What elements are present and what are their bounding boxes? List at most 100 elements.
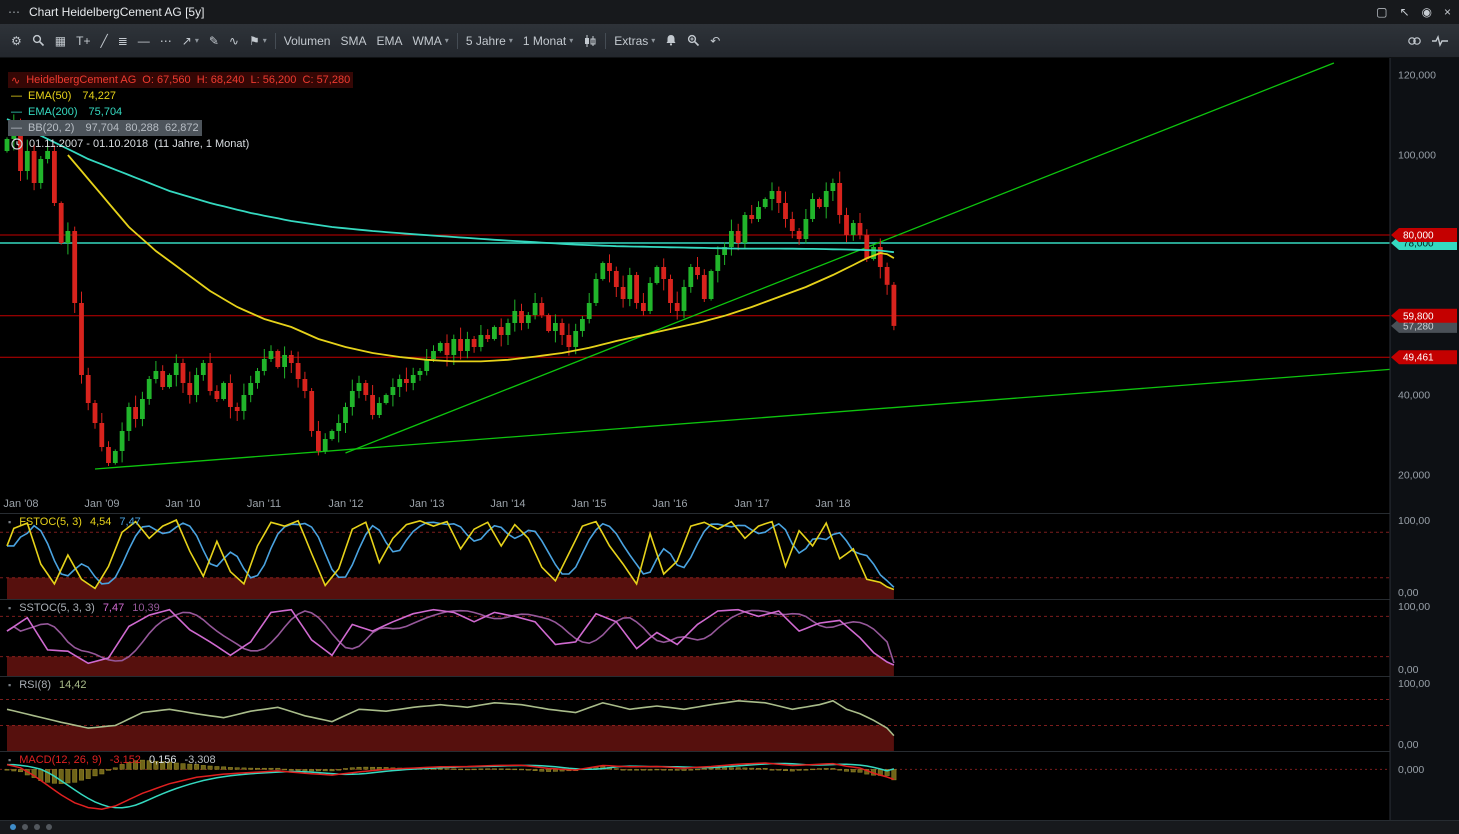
line-sample-icon: — [11,90,22,102]
panel-collapse-icon[interactable]: ▪ [8,680,11,690]
page-dot[interactable] [22,824,28,830]
curve-tool-icon[interactable]: ∿ [224,29,244,53]
text-tool[interactable]: T+ [71,29,95,53]
bb-label: BB(20, 2) [28,122,74,134]
restore-window-icon[interactable]: ▢ [1376,5,1387,19]
chart-legend: ∿ HeidelbergCement AG O: 67,560 H: 68,24… [8,72,353,152]
pulse-chart-icon[interactable] [1427,29,1453,53]
fstoc-panel: ▪ FSTOC(5, 3) 4,54 7,47 100,000,00 [0,513,1459,599]
svg-text:Jan '15: Jan '15 [571,498,606,510]
toolbar-separator [605,33,606,49]
ema50-value: 74,227 [82,90,116,102]
interval-dropdown[interactable]: 1 Monat▾ [518,29,578,53]
legend-bb-row[interactable]: — BB(20, 2) 97,704 80,288 62,872 [8,120,202,136]
extras-dropdown[interactable]: Extras▾ [609,29,660,53]
svg-text:20,000: 20,000 [1398,470,1430,482]
rsi-chart-canvas[interactable]: 100,000,00 [0,676,1459,751]
panel-collapse-icon[interactable]: ▪ [8,755,11,765]
svg-text:120,000: 120,000 [1398,70,1436,82]
page-dot[interactable] [10,824,16,830]
svg-text:Jan '14: Jan '14 [490,498,525,510]
page-dot[interactable] [46,824,52,830]
svg-text:0,00: 0,00 [1398,587,1419,599]
chevron-down-icon: ▾ [263,36,267,45]
settings-icon[interactable]: ⚙ [6,29,27,53]
close-icon[interactable]: × [1444,5,1451,19]
sstoc-panel: ▪ SSTOC(5, 3, 3) 7,47 10,39 100,00 0,00 [0,599,1459,676]
svg-text:Jan '12: Jan '12 [328,498,363,510]
ema200-label: EMA(200) [28,106,78,118]
legend-instrument-row[interactable]: ∿ HeidelbergCement AG O: 67,560 H: 68,24… [8,72,353,88]
bottom-bar [0,820,1459,834]
clock-icon [11,138,23,150]
sstoc-legend[interactable]: ▪ SSTOC(5, 3, 3) 7,47 10,39 [8,602,160,614]
svg-text:100,000: 100,000 [1398,150,1436,162]
chart-toolbar: ⚙ ▦ T+ ╱ ≣ — ⋯ ↗▾ ✎ ∿ ⚑▾ Volumen SMA EMA… [0,24,1459,58]
range-duration: (11 Jahre, 1 Monat) [154,138,249,150]
legend-ema200-row[interactable]: — EMA(200) 75,704 [8,104,125,120]
macd-chart-canvas[interactable]: 0,000 [0,751,1459,820]
alert-bell-icon[interactable] [660,29,682,53]
pointer-mode-icon[interactable]: ↖ [1399,5,1409,19]
date-range: 01.11.2007 - 01.10.2018 [29,138,148,150]
svg-text:0,00: 0,00 [1398,664,1419,676]
page-dot[interactable] [34,824,40,830]
svg-text:Jan '10: Jan '10 [165,498,200,510]
undo-icon[interactable]: ↶ [705,29,725,53]
panel-collapse-icon[interactable]: ▪ [8,517,11,527]
pencil-tool-icon[interactable]: ✎ [204,29,224,53]
rsi-label: RSI(8) [19,679,51,691]
link-windows-icon[interactable] [1402,29,1427,53]
macd-hist-value: -3,308 [184,754,215,766]
macd-label: MACD(12, 26, 9) [19,754,102,766]
fibonacci-tool-icon[interactable]: ≣ [113,29,133,53]
zoom-in-icon[interactable] [682,29,705,53]
svg-text:0,00: 0,00 [1398,739,1419,751]
sstoc-label: SSTOC(5, 3, 3) [19,602,95,614]
sma-button[interactable]: SMA [335,29,371,53]
period-dropdown[interactable]: 5 Jahre▾ [461,29,518,53]
svg-text:49,461: 49,461 [1403,353,1434,364]
svg-text:0,000: 0,000 [1398,764,1424,776]
chart-type-candle-icon[interactable] [578,29,602,53]
macd-signal-value: 0,156 [149,754,177,766]
line-sample-icon: — [11,122,22,134]
svg-text:100,00: 100,00 [1398,601,1430,613]
rsi-legend[interactable]: ▪ RSI(8) 14,42 [8,679,87,691]
app-window: ⋯ Chart HeidelbergCement AG [5y] ▢ ↖ ◉ ×… [0,0,1459,834]
svg-text:Jan '17: Jan '17 [734,498,769,510]
wma-button[interactable]: WMA▾ [407,29,453,53]
legend-ema50-row[interactable]: — EMA(50) 74,227 [8,88,119,104]
volumen-button[interactable]: Volumen [279,29,336,53]
menu-dots-icon[interactable]: ⋯ [8,5,21,19]
toolbar-separator [457,33,458,49]
svg-text:Jan '09: Jan '09 [84,498,119,510]
ema50-label: EMA(50) [28,90,71,102]
ema-button[interactable]: EMA [371,29,407,53]
fstoc-chart-canvas[interactable]: 100,000,00 [0,513,1459,599]
window-title: Chart HeidelbergCement AG [5y] [29,5,204,19]
record-icon[interactable]: ◉ [1422,5,1432,19]
sstoc-chart-canvas[interactable]: 100,00 0,00 [0,599,1459,676]
more-tools-icon[interactable]: ⋯ [155,29,177,53]
search-icon[interactable] [27,29,50,53]
svg-text:Jan '18: Jan '18 [815,498,850,510]
main-chart-panel: ∿ HeidelbergCement AG O: 67,560 H: 68,24… [0,58,1459,513]
line-tool-icon[interactable]: ╱ [95,29,112,53]
chevron-down-icon: ▾ [195,36,199,45]
rsi-value: 14,42 [59,679,87,691]
rsi-panel: ▪ RSI(8) 14,42 100,000,00 [0,676,1459,751]
flag-tool-icon[interactable]: ⚑▾ [244,29,272,53]
svg-text:59,800: 59,800 [1403,311,1434,322]
macd-legend[interactable]: ▪ MACD(12, 26, 9) -3,152 0,156 -3,308 [8,754,216,766]
title-bar: ⋯ Chart HeidelbergCement AG [5y] ▢ ↖ ◉ × [0,0,1459,24]
indicator-grid-icon[interactable]: ▦ [50,29,71,53]
arrow-tool-icon[interactable]: ↗▾ [177,29,204,53]
fstoc-legend[interactable]: ▪ FSTOC(5, 3) 4,54 7,47 [8,516,141,528]
chevron-down-icon: ▾ [569,36,573,45]
panel-collapse-icon[interactable]: ▪ [8,603,11,613]
toolbar-separator [275,33,276,49]
hline-tool-icon[interactable]: — [133,29,155,53]
sstoc-d-value: 10,39 [132,602,160,614]
ema200-value: 75,704 [89,106,123,118]
